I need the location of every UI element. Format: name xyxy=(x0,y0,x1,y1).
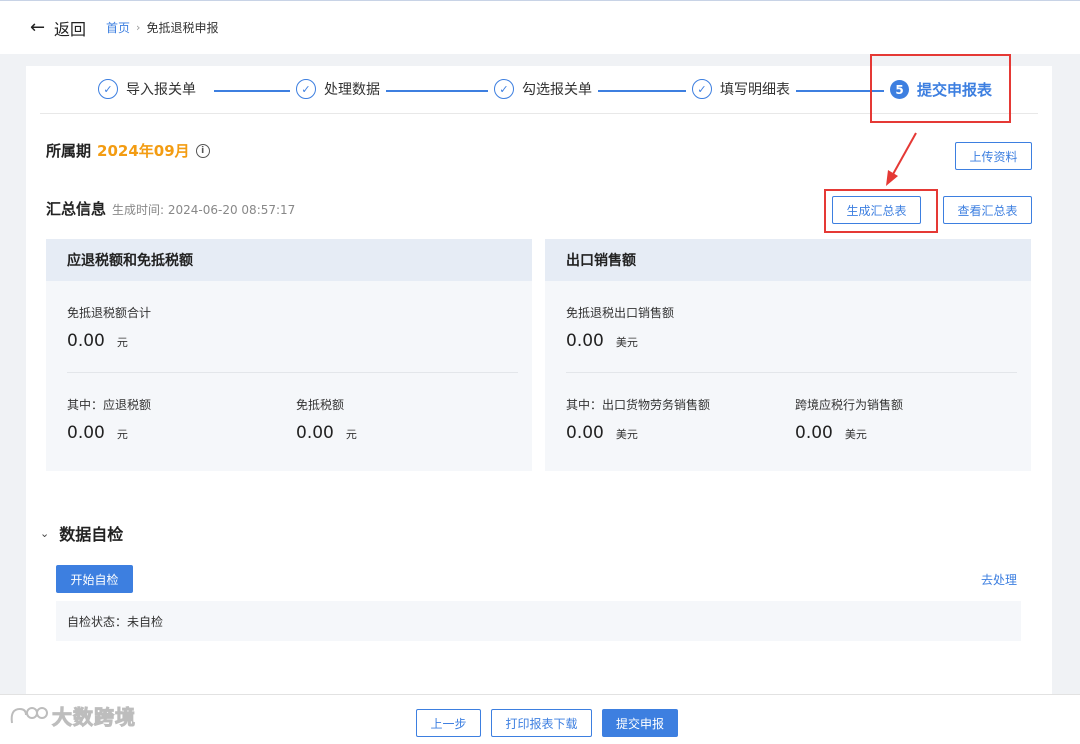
back-button[interactable]: 返回 xyxy=(54,16,86,40)
top-bar: ← 返回 首页 › 免抵退税申报 xyxy=(0,0,1080,54)
field-label: 免抵税额 xyxy=(296,398,345,412)
refund-total-field: 免抵退税额合计 0.00 元 xyxy=(67,304,151,351)
cross-border-sales-field: 跨境应税行为销售额 0.00 美元 xyxy=(795,396,903,443)
period-row: 所属期 2024年09月 i xyxy=(46,140,210,161)
self-check-status: 自检状态：未自检 xyxy=(56,601,1021,641)
check-circle-icon: ✓ xyxy=(296,79,316,99)
step-import[interactable]: ✓ 导入报关单 xyxy=(98,79,196,99)
step-process[interactable]: ✓ 处理数据 xyxy=(296,79,380,99)
field-label: 其中：应退税额 xyxy=(67,398,152,412)
field-unit: 元 xyxy=(345,428,357,441)
info-icon[interactable]: i xyxy=(195,143,210,158)
watermark-text: 大数跨境 xyxy=(52,705,136,730)
summary-time: 生成时间: 2024-06-20 08:57:17 xyxy=(112,203,296,217)
breadcrumb-separator-icon: › xyxy=(136,21,141,34)
field-unit: 美元 xyxy=(615,428,638,441)
check-circle-icon: ✓ xyxy=(692,79,712,99)
step-label: 处理数据 xyxy=(324,82,380,98)
check-circle-icon: ✓ xyxy=(494,79,514,99)
refund-amount-field: 其中：应退税额 0.00 元 xyxy=(67,396,151,443)
field-label: 其中：出口货物劳务销售额 xyxy=(566,398,711,412)
upload-materials-button[interactable]: 上传资料 xyxy=(955,142,1032,170)
field-unit: 元 xyxy=(116,336,128,349)
bottom-action-bar: 大数跨境 上一步 打印报表下载 提交申报 xyxy=(0,694,1080,744)
start-self-check-button[interactable]: 开始自检 xyxy=(56,565,133,593)
field-value: 0.00 xyxy=(566,331,604,351)
sales-total-field: 免抵退税出口销售额 0.00 美元 xyxy=(566,304,674,351)
exempt-amount-field: 免抵税额 0.00 元 xyxy=(296,396,357,443)
sales-panel-title: 出口销售额 xyxy=(545,239,1031,281)
period-label: 所属期 xyxy=(46,142,92,160)
field-unit: 美元 xyxy=(615,336,638,349)
field-unit: 美元 xyxy=(844,428,867,441)
breadcrumb-current: 免抵退税申报 xyxy=(146,21,219,35)
divider xyxy=(566,372,1017,373)
refund-panel-title: 应退税额和免抵税额 xyxy=(46,239,532,281)
view-summary-button[interactable]: 查看汇总表 xyxy=(943,196,1032,224)
back-arrow-icon[interactable]: ← xyxy=(30,17,50,38)
annotation-arrow-icon xyxy=(886,132,917,186)
watermark-logo-icon xyxy=(10,706,48,723)
summary-title: 汇总信息 xyxy=(46,200,107,218)
step-label: 勾选报关单 xyxy=(522,82,592,98)
field-unit: 元 xyxy=(116,428,128,441)
field-value: 0.00 xyxy=(67,331,105,351)
step-connector xyxy=(386,90,488,92)
field-label: 免抵退税额合计 xyxy=(67,306,152,320)
submit-declaration-button[interactable]: 提交申报 xyxy=(602,709,678,737)
previous-step-button[interactable]: 上一步 xyxy=(416,709,481,737)
step-label: 填写明细表 xyxy=(720,82,790,98)
handle-link[interactable]: 去处理 xyxy=(981,571,1017,588)
breadcrumb: 首页 › 免抵退税申报 xyxy=(106,19,218,36)
field-value: 0.00 xyxy=(296,423,334,443)
step-fill[interactable]: ✓ 填写明细表 xyxy=(692,79,790,99)
self-check-header[interactable]: ⌄ 数据自检 xyxy=(40,521,123,545)
summary-header: 汇总信息 生成时间: 2024-06-20 08:57:17 xyxy=(46,198,295,219)
step-connector xyxy=(214,90,290,92)
self-check-title: 数据自检 xyxy=(59,525,124,544)
field-value: 0.00 xyxy=(67,423,105,443)
step-select[interactable]: ✓ 勾选报关单 xyxy=(494,79,592,99)
field-label: 免抵退税出口销售额 xyxy=(566,306,675,320)
sales-panel: 出口销售额 免抵退税出口销售额 0.00 美元 其中：出口货物劳务销售额 0.0… xyxy=(545,239,1031,471)
chevron-down-icon[interactable]: ⌄ xyxy=(40,527,49,540)
divider xyxy=(67,372,518,373)
check-circle-icon: ✓ xyxy=(98,79,118,99)
annotation-highlight-step xyxy=(870,54,1011,123)
field-label: 跨境应税行为销售额 xyxy=(795,398,904,412)
field-value: 0.00 xyxy=(566,423,604,443)
print-download-button[interactable]: 打印报表下载 xyxy=(491,709,592,737)
step-connector xyxy=(598,90,686,92)
period-value: 2024年09月 xyxy=(97,142,190,160)
goods-sales-field: 其中：出口货物劳务销售额 0.00 美元 xyxy=(566,396,710,443)
watermark: 大数跨境 xyxy=(8,701,136,730)
breadcrumb-home-link[interactable]: 首页 xyxy=(106,19,130,36)
refund-panel: 应退税额和免抵税额 免抵退税额合计 0.00 元 其中：应退税额 0.00 元 … xyxy=(46,239,532,471)
annotation-highlight-generate xyxy=(824,189,938,233)
step-label: 导入报关单 xyxy=(126,82,196,98)
field-value: 0.00 xyxy=(795,423,833,443)
